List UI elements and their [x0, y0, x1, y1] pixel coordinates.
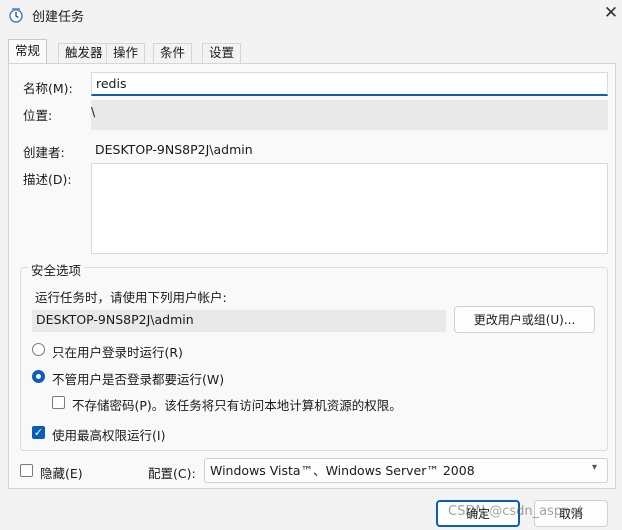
location-value: \	[91, 104, 96, 119]
name-input[interactable]	[91, 72, 608, 96]
config-select[interactable]: Windows Vista™、Windows Server™ 2008	[204, 458, 608, 483]
tab-general[interactable]: 常规	[8, 39, 48, 64]
radio-run-whether-logged-on-label[interactable]: 不管用户是否登录都要运行(W)	[52, 369, 224, 388]
tab-actions[interactable]: 操作	[106, 43, 146, 63]
description-textarea[interactable]	[91, 163, 608, 254]
user-account-value: DESKTOP-9NS8P2J\admin	[36, 312, 194, 327]
radio-run-only-logged-on[interactable]	[32, 343, 45, 356]
name-label: 名称(M):	[23, 81, 73, 96]
window-title: 创建任务	[32, 10, 85, 25]
location-label: 位置:	[23, 108, 53, 123]
author-value: DESKTOP-9NS8P2J\admin	[95, 142, 253, 157]
tab-settings[interactable]: 设置	[202, 43, 242, 63]
highest-privileges-checkbox[interactable]: ✓	[32, 426, 45, 439]
location-field	[91, 100, 608, 130]
no-store-password-label[interactable]: 不存储密码(P)。该任务将只有访问本地计算机资源的权限。	[72, 395, 402, 414]
highest-privileges-label[interactable]: 使用最高权限运行(I)	[52, 425, 165, 444]
no-store-password-checkbox[interactable]	[52, 396, 65, 409]
description-label: 描述(D):	[23, 172, 72, 187]
watermark: CSDN @csdn_aspnet	[448, 504, 584, 519]
author-label: 创建者:	[23, 145, 65, 160]
hidden-checkbox[interactable]	[20, 464, 33, 477]
tab-conditions[interactable]: 条件	[153, 43, 193, 63]
chevron-down-icon[interactable]: ▾	[592, 462, 597, 473]
task-scheduler-icon	[9, 8, 23, 23]
security-options-title: 安全选项	[28, 260, 85, 279]
config-label: 配置(C):	[148, 466, 196, 481]
tab-triggers[interactable]: 触发器	[58, 43, 110, 63]
change-user-button[interactable]: 更改用户或组(U)...	[454, 306, 595, 333]
title-bar	[0, 0, 622, 30]
hidden-label[interactable]: 隐藏(E)	[40, 463, 83, 482]
run-as-label: 运行任务时，请使用下列用户帐户:	[35, 290, 227, 305]
radio-run-whether-logged-on[interactable]	[32, 370, 45, 383]
close-icon[interactable]: ✕	[600, 3, 622, 25]
radio-run-only-logged-on-label[interactable]: 只在用户登录时运行(R)	[52, 342, 183, 361]
